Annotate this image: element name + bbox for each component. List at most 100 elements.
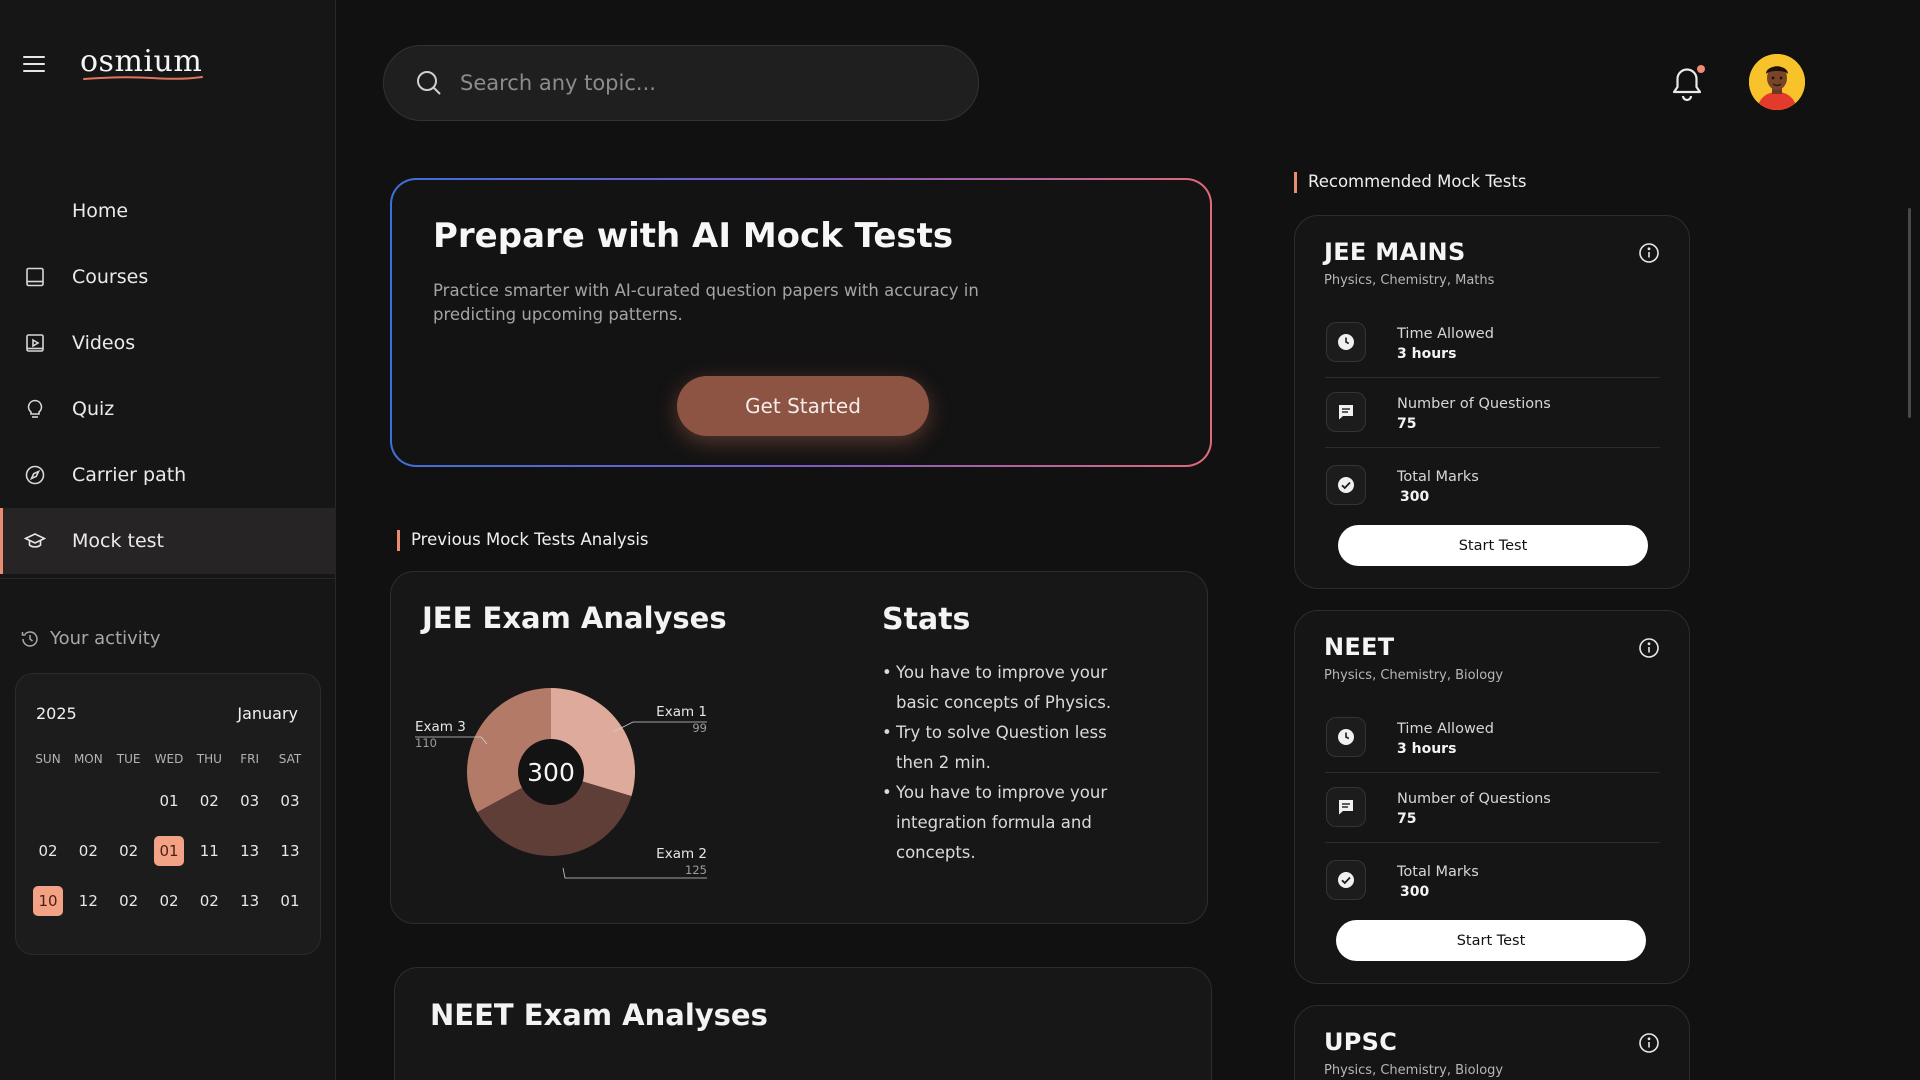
stats-item: You have to improve your integration for…	[882, 778, 1132, 868]
questions-value: 75	[1397, 811, 1417, 827]
check-circle-icon	[1326, 860, 1366, 900]
time-label: Time Allowed	[1397, 326, 1494, 342]
calendar-day[interactable]: 01	[270, 892, 310, 910]
calendar-day[interactable]: 02	[109, 892, 149, 910]
notification-bell-icon[interactable]	[1668, 62, 1706, 102]
video-icon	[24, 332, 46, 354]
sidebar: osmium Home Courses Videos Quiz Carrier …	[0, 0, 336, 1080]
calendar-day[interactable]: 13	[230, 892, 270, 910]
calendar-day[interactable]: 10	[33, 886, 63, 916]
calendar-day[interactable]: 01	[149, 792, 189, 810]
info-icon[interactable]	[1638, 242, 1660, 264]
search-input[interactable]	[460, 71, 940, 95]
get-started-button[interactable]: Get Started	[677, 376, 929, 436]
page-scrollbar[interactable]	[1908, 208, 1911, 418]
calendar-weekday: SUN	[35, 752, 61, 766]
mock-card-title: NEET	[1324, 633, 1395, 661]
calendar-day[interactable]: 13	[230, 842, 270, 860]
sidebar-item-carrier-path[interactable]: Carrier path	[0, 442, 336, 508]
calendar-day[interactable]: 11	[189, 842, 229, 860]
sidebar-item-label: Mock test	[72, 530, 164, 552]
calendar-year: 2025	[36, 704, 77, 723]
sidebar-divider	[0, 578, 336, 579]
activity-label: Your activity	[50, 628, 161, 649]
time-value: 3 hours	[1397, 741, 1457, 757]
calendar-day[interactable]: 02	[189, 792, 229, 810]
notification-dot	[1697, 65, 1705, 73]
calendar-weekday: SAT	[278, 752, 302, 766]
calendar-day[interactable]: 13	[270, 842, 310, 860]
stats-item: Try to solve Question less then 2 min.	[882, 718, 1132, 778]
search-icon	[417, 71, 441, 95]
start-test-button[interactable]: Start Test	[1338, 525, 1648, 566]
pie-value-label: 110	[415, 736, 437, 750]
mock-card-questions-row: Number of Questions 75	[1325, 773, 1660, 843]
calendar-week-row: 10 12 02 02 02 13 01	[28, 876, 310, 926]
mock-card-questions-row: Number of Questions 75	[1325, 378, 1660, 448]
analysis-title: NEET Exam Analyses	[430, 998, 768, 1032]
calendar-day[interactable]: 03	[270, 792, 310, 810]
pie-label: Exam 1	[656, 704, 707, 720]
stats-item: You have to improve your basic concepts …	[882, 658, 1132, 718]
calendar-day[interactable]: 02	[189, 892, 229, 910]
sidebar-item-label: Home	[72, 200, 129, 222]
search-bar[interactable]	[383, 45, 979, 121]
calendar-day[interactable]: 02	[68, 842, 108, 860]
pie-value-label: 99	[692, 721, 707, 735]
time-value: 3 hours	[1397, 346, 1457, 362]
hero-title: Prepare with AI Mock Tests	[433, 216, 954, 256]
mock-card-marks-row: Total Marks 300	[1325, 846, 1660, 916]
questions-value: 75	[1397, 416, 1417, 432]
hamburger-menu-icon[interactable]	[23, 56, 45, 74]
calendar-day[interactable]: 12	[68, 892, 108, 910]
mock-card-subjects: Physics, Chemistry, Biology	[1324, 1063, 1504, 1078]
mock-card-title: UPSC	[1324, 1028, 1398, 1056]
sidebar-item-videos[interactable]: Videos	[0, 310, 336, 376]
calendar-day[interactable]: 02	[109, 842, 149, 860]
calendar-day[interactable]: 02	[28, 842, 68, 860]
info-icon[interactable]	[1638, 1032, 1660, 1054]
hero-description: Practice smarter with AI-curated questio…	[433, 281, 979, 324]
time-label: Time Allowed	[1397, 721, 1494, 737]
calendar-day[interactable]: 01	[153, 836, 184, 866]
logo-underline-icon	[83, 76, 203, 80]
clock-icon	[1326, 322, 1366, 362]
compass-icon	[24, 464, 46, 486]
calendar-week-row: 02 02 02 01 11 13 13	[28, 826, 310, 876]
message-icon	[1326, 787, 1366, 827]
stats-list: You have to improve your basic concepts …	[882, 658, 1132, 868]
pie-label: Exam 3	[415, 719, 466, 735]
calendar-weekday: FRI	[240, 752, 260, 766]
sidebar-item-label: Quiz	[72, 398, 115, 420]
mock-card-title: JEE MAINS	[1324, 238, 1466, 266]
start-test-button[interactable]: Start Test	[1336, 920, 1646, 961]
hero-card: Prepare with AI Mock Tests Practice smar…	[390, 178, 1212, 467]
sidebar-item-label: Videos	[72, 332, 136, 354]
marks-label: Total Marks	[1397, 469, 1479, 485]
lightbulb-icon	[24, 398, 46, 420]
message-icon	[1326, 392, 1366, 432]
mock-card-marks-row: Total Marks 300	[1325, 451, 1660, 521]
info-icon[interactable]	[1638, 637, 1660, 659]
questions-label: Number of Questions	[1397, 396, 1551, 412]
app-logo[interactable]: osmium	[80, 44, 202, 79]
calendar-month[interactable]: January	[237, 704, 298, 723]
sidebar-item-home[interactable]: Home	[0, 178, 336, 244]
marks-value: 300	[1400, 489, 1430, 505]
calendar-day[interactable]: 03	[230, 792, 270, 810]
sidebar-nav: Home Courses Videos Quiz Carrier path Mo…	[0, 178, 336, 574]
calendar-weekday: THU	[196, 752, 222, 766]
activity-calendar: 2025 January SUN MON TUE WED THU FRI SAT 01 02 03…	[15, 673, 321, 955]
calendar-day[interactable]: 02	[149, 892, 189, 910]
mock-card-time-row: Time Allowed 3 hours	[1325, 703, 1660, 773]
activity-header: Your activity	[20, 628, 161, 649]
mock-card-subjects: Physics, Chemistry, Maths	[1324, 273, 1495, 288]
sidebar-item-courses[interactable]: Courses	[0, 244, 336, 310]
pie-value-label: 125	[685, 863, 707, 877]
pie-label: Exam 2	[656, 846, 707, 862]
check-circle-icon	[1326, 465, 1366, 505]
previous-section-title: Previous Mock Tests Analysis	[397, 530, 649, 551]
sidebar-item-mock-test[interactable]: Mock test	[0, 508, 336, 574]
user-avatar[interactable]	[1749, 54, 1805, 110]
sidebar-item-quiz[interactable]: Quiz	[0, 376, 336, 442]
